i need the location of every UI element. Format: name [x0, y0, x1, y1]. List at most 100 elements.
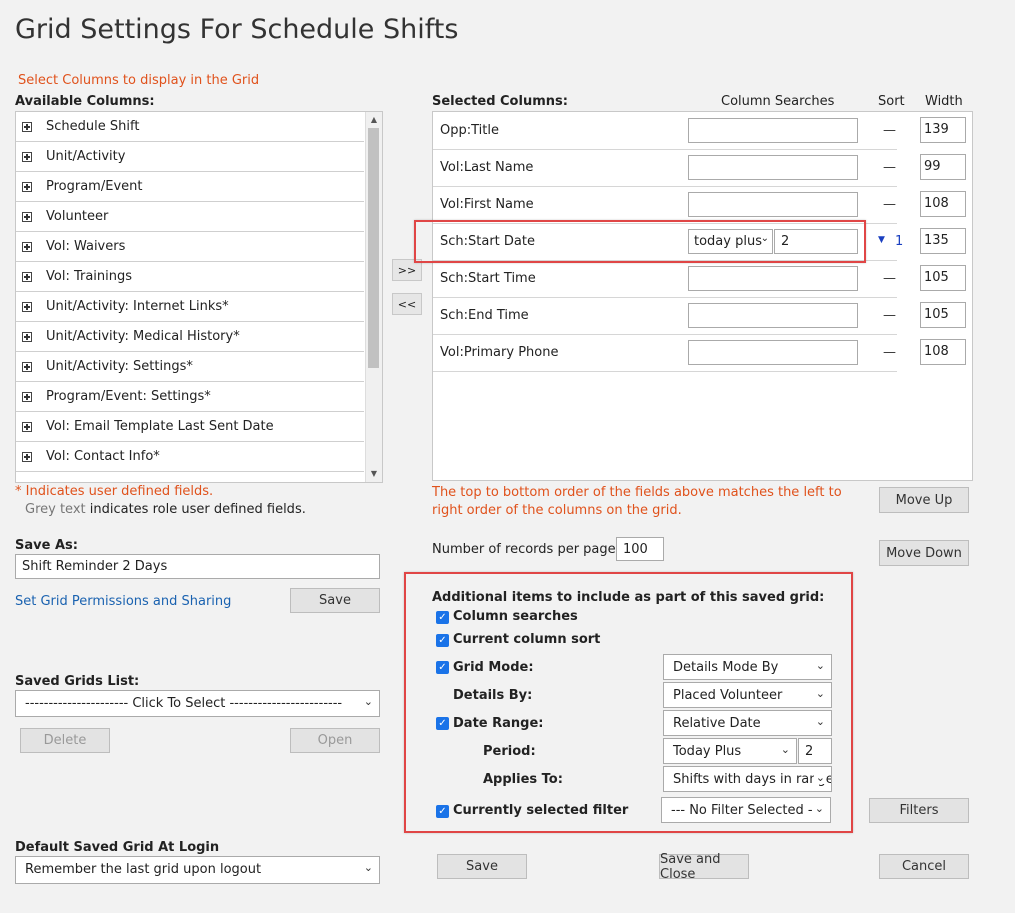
available-column-label: Vol: Email Template Last Sent Date: [46, 419, 274, 434]
details-by-select[interactable]: Placed Volunteer ⌄: [663, 682, 832, 708]
cancel-button[interactable]: Cancel: [879, 854, 969, 879]
applies-to-select[interactable]: Shifts with days in range ⌄: [663, 766, 832, 792]
width-header: Width: [925, 94, 963, 109]
column-width-input[interactable]: 105: [920, 265, 966, 291]
save-and-close-button[interactable]: Save and Close: [659, 852, 749, 882]
column-width-input[interactable]: 99: [920, 154, 966, 180]
move-down-button[interactable]: Move Down: [879, 540, 969, 566]
available-column-item[interactable]: Program/Event: [16, 172, 364, 202]
records-per-page-input[interactable]: 100: [616, 537, 664, 561]
current-sort-checkbox[interactable]: ✓: [436, 634, 449, 647]
period-number-input[interactable]: 2: [798, 738, 832, 764]
remove-column-button[interactable]: <<: [392, 293, 422, 315]
saved-grids-label: Saved Grids List:: [15, 674, 140, 689]
available-column-item[interactable]: Vol: Trainings: [16, 262, 364, 292]
grid-mode-checkbox[interactable]: ✓: [436, 661, 449, 674]
column-search-input[interactable]: [688, 266, 858, 291]
current-filter-checkbox[interactable]: ✓: [436, 805, 449, 818]
available-column-item[interactable]: Unit/Activity: Internet Links*: [16, 292, 364, 322]
sort-indicator[interactable]: —: [883, 197, 896, 212]
column-search-input[interactable]: [688, 192, 858, 217]
date-range-label: Date Range:: [453, 716, 544, 731]
sort-indicator[interactable]: —: [883, 345, 896, 360]
date-range-checkbox[interactable]: ✓: [436, 717, 449, 730]
user-defined-note: * Indicates user defined fields.: [15, 484, 214, 499]
available-column-item[interactable]: Unit/Activity: Settings*: [16, 352, 364, 382]
save-as-button[interactable]: Save: [290, 588, 380, 613]
column-search-input[interactable]: [688, 155, 858, 180]
expand-plus-icon[interactable]: [22, 211, 32, 222]
expand-plus-icon[interactable]: [22, 361, 32, 372]
column-width-input[interactable]: 135: [920, 228, 966, 254]
expand-plus-icon[interactable]: [22, 421, 32, 432]
column-width-input[interactable]: 105: [920, 302, 966, 328]
selected-column-row[interactable]: Sch:Start Time —: [433, 260, 897, 298]
expand-plus-icon[interactable]: [22, 151, 32, 162]
selected-column-row[interactable]: Vol:First Name —: [433, 186, 897, 224]
column-width-input[interactable]: 139: [920, 117, 966, 143]
column-width-input[interactable]: 108: [920, 191, 966, 217]
column-searches-header: Column Searches: [721, 94, 835, 109]
expand-plus-icon[interactable]: [22, 331, 32, 342]
selected-column-row[interactable]: Sch:End Time —: [433, 297, 897, 335]
chevron-down-icon: ⌄: [812, 802, 824, 815]
expand-plus-icon[interactable]: [22, 451, 32, 462]
column-width-input[interactable]: 108: [920, 339, 966, 365]
selected-column-row[interactable]: Opp:Title —: [433, 112, 897, 150]
column-search-input[interactable]: [688, 118, 858, 143]
chevron-down-icon: ⌄: [813, 771, 825, 784]
available-column-item[interactable]: Unit/Activity: Medical History*: [16, 322, 364, 352]
period-select[interactable]: Today Plus ⌄: [663, 738, 797, 764]
selected-column-row[interactable]: Vol:Primary Phone —: [433, 334, 897, 372]
save-button[interactable]: Save: [437, 854, 527, 879]
available-column-item[interactable]: Unit/Activity: [16, 142, 364, 172]
sort-indicator[interactable]: —: [883, 123, 896, 138]
expand-plus-icon[interactable]: [22, 271, 32, 282]
date-range-select-value: Relative Date: [673, 716, 761, 731]
selected-column-row[interactable]: Vol:Last Name —: [433, 149, 897, 187]
expand-plus-icon[interactable]: [22, 121, 32, 132]
available-columns-list[interactable]: Schedule Shift Unit/Activity Program/Event…: [15, 111, 383, 483]
open-grid-button[interactable]: Open: [290, 728, 380, 753]
default-grid-select[interactable]: Remember the last grid upon logout ⌄: [15, 856, 380, 884]
move-up-button[interactable]: Move Up: [879, 487, 969, 513]
filters-button[interactable]: Filters: [869, 798, 969, 823]
available-list-scrollbar[interactable]: ▲ ▼: [365, 112, 382, 482]
grid-permissions-link[interactable]: Set Grid Permissions and Sharing: [15, 594, 231, 609]
expand-plus-icon[interactable]: [22, 391, 32, 402]
available-column-item[interactable]: Vol: Email Template Last Sent Date: [16, 412, 364, 442]
selected-columns-list[interactable]: Opp:Title — 139 Vol:Last Name — 99 Vol:First N…: [432, 111, 973, 481]
saved-grids-select-value: ---------------------- Click To Select -…: [25, 696, 343, 711]
available-column-item[interactable]: Vol: Waivers: [16, 232, 364, 262]
applies-to-select-value: Shifts with days in range: [673, 772, 832, 787]
scroll-thumb[interactable]: [368, 128, 379, 368]
save-as-input[interactable]: Shift Reminder 2 Days: [15, 554, 380, 579]
expand-plus-icon[interactable]: [22, 301, 32, 312]
scroll-up-arrow-icon[interactable]: ▲: [366, 112, 382, 128]
filter-select[interactable]: --- No Filter Selected --- ⌄: [661, 797, 831, 823]
available-column-item[interactable]: Schedule Shift: [16, 112, 364, 142]
chevron-down-icon: ⌄: [363, 695, 373, 708]
details-by-select-value: Placed Volunteer: [673, 688, 783, 703]
delete-grid-button[interactable]: Delete: [20, 728, 110, 753]
period-label: Period:: [483, 744, 536, 759]
available-column-item[interactable]: Volunteer: [16, 202, 364, 232]
save-as-label: Save As:: [15, 538, 78, 553]
date-range-select[interactable]: Relative Date ⌄: [663, 710, 832, 736]
available-column-item[interactable]: Vol: Contact Info*: [16, 442, 364, 472]
page-title: Grid Settings For Schedule Shifts: [15, 14, 459, 45]
expand-plus-icon[interactable]: [22, 241, 32, 252]
grid-mode-select[interactable]: Details Mode By ⌄: [663, 654, 832, 680]
scroll-down-arrow-icon[interactable]: ▼: [366, 466, 382, 482]
sort-indicator[interactable]: —: [883, 160, 896, 175]
column-searches-checkbox[interactable]: ✓: [436, 611, 449, 624]
column-search-input[interactable]: [688, 303, 858, 328]
expand-plus-icon[interactable]: [22, 181, 32, 192]
column-search-input[interactable]: [688, 340, 858, 365]
saved-grids-select[interactable]: ---------------------- Click To Select -…: [15, 690, 380, 717]
sort-descending-icon[interactable]: ▼: [878, 235, 885, 245]
sort-indicator[interactable]: —: [883, 308, 896, 323]
available-column-label: Unit/Activity: [46, 149, 126, 164]
sort-indicator[interactable]: —: [883, 271, 896, 286]
available-column-item[interactable]: Program/Event: Settings*: [16, 382, 364, 412]
